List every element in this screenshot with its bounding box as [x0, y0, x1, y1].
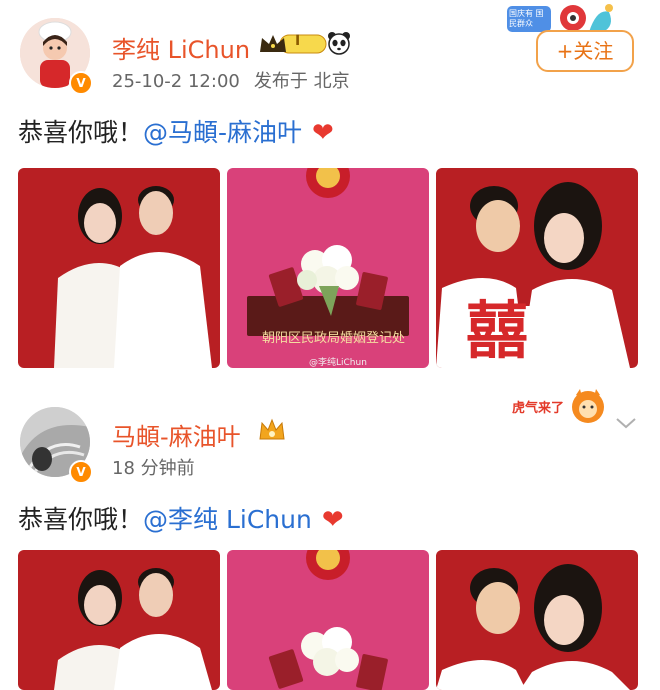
mention-link[interactable]: @马頔-麻油叶: [143, 118, 302, 147]
sticker-text: 虎气来了: [512, 401, 565, 416]
weibo-post: V 马頔-麻油叶 虎气来了 18 分钟前 恭喜你哦！@李纯 LiChun ❤: [0, 385, 660, 690]
heart-icon: ❤: [321, 505, 344, 535]
follow-button[interactable]: +关注: [536, 30, 634, 72]
timestamp: 18 分钟前: [112, 458, 195, 479]
location: 发布于 北京: [253, 71, 350, 92]
username[interactable]: 李纯 LiChun: [112, 30, 250, 65]
post-text-prefix: 恭喜你哦！: [18, 505, 144, 534]
weibo-post: V 李纯 LiChun I 国庆有 国民群众 25-10-2 12:00 发布于…: [0, 0, 660, 380]
crown-icon: [258, 417, 286, 447]
double-happiness-sign: 囍: [466, 294, 529, 367]
username[interactable]: 马頔-麻油叶: [112, 417, 241, 452]
post-meta: 25-10-2 12:00 发布于 北京: [112, 67, 364, 93]
level-badge-text: I: [295, 33, 301, 49]
post-image-1[interactable]: [18, 168, 220, 368]
post-image-3[interactable]: [436, 550, 638, 690]
holiday-badge-text: 国庆有 国民群众: [509, 9, 544, 28]
photo-caption: 朝阳区民政局婚姻登记处: [262, 331, 406, 346]
post-text: 恭喜你哦！@马頔-麻油叶 ❤: [18, 113, 334, 149]
timestamp: 25-10-2 12:00: [112, 71, 240, 92]
post-image-1[interactable]: [18, 550, 220, 690]
post-text-prefix: 恭喜你哦！: [18, 118, 144, 147]
verified-icon: V: [69, 71, 93, 95]
heart-icon: ❤: [312, 118, 334, 148]
chevron-down-icon[interactable]: [614, 415, 638, 434]
post-image-2[interactable]: [227, 550, 429, 690]
verified-icon: V: [69, 460, 93, 484]
post-text: 恭喜你哦！@李纯 LiChun ❤: [18, 500, 344, 536]
photo-watermark: @李纯LiChun: [309, 358, 367, 368]
crown-icon: [258, 30, 328, 62]
mention-link[interactable]: @李纯 LiChun: [143, 505, 312, 534]
post-meta: 18 分钟前: [112, 454, 209, 480]
panda-icon: [326, 30, 352, 60]
